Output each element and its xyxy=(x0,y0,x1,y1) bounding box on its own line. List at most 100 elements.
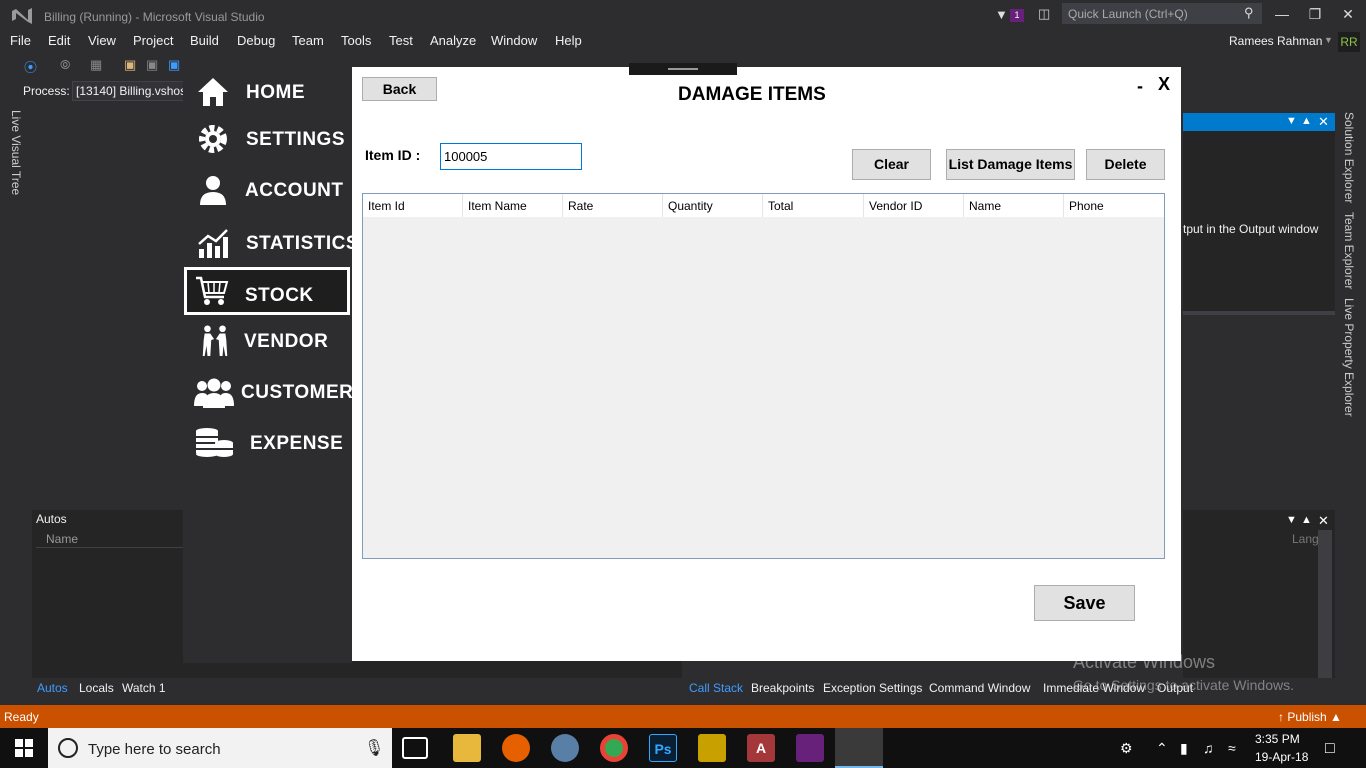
column-header-quantity[interactable]: Quantity xyxy=(663,194,763,217)
sidebar-item-statistics[interactable]: STATISTICS xyxy=(184,219,359,267)
column-header-item-name[interactable]: Item Name xyxy=(463,194,563,217)
live-property-explorer-tab[interactable]: Live Property Explorer xyxy=(1342,298,1356,417)
tab-locals[interactable]: Locals xyxy=(79,681,114,695)
column-header-name[interactable]: Name xyxy=(964,194,1064,217)
restore-window-icon[interactable]: ❐ xyxy=(1303,6,1327,23)
chevron-down-icon[interactable]: ▼ xyxy=(1324,35,1333,45)
menu-help[interactable]: Help xyxy=(555,33,582,48)
column-header-rate[interactable]: Rate xyxy=(563,194,663,217)
back-button[interactable]: Back xyxy=(362,77,437,101)
chrome-icon[interactable] xyxy=(600,734,628,762)
column-header-total[interactable]: Total xyxy=(763,194,864,217)
sidebar-item-account[interactable]: ACCOUNT xyxy=(184,166,350,214)
save-icon[interactable]: ▣ xyxy=(146,57,158,73)
sidebar-item-vendor[interactable]: VENDOR xyxy=(184,317,350,365)
tab-breakpoints[interactable]: Breakpoints xyxy=(751,681,814,695)
people-icon[interactable]: ⚙ xyxy=(1120,740,1133,757)
autos-column-name[interactable]: Name xyxy=(46,532,78,546)
menu-view[interactable]: View xyxy=(88,33,116,48)
column-header-vendor-id[interactable]: Vendor ID xyxy=(864,194,964,217)
save-all-icon[interactable]: ▣ xyxy=(168,57,180,73)
volume-icon[interactable]: ♫ xyxy=(1203,740,1214,756)
photoshop-icon[interactable]: Ps xyxy=(649,734,677,762)
sidebar-item-settings[interactable]: SETTINGS xyxy=(184,115,350,163)
avatar[interactable]: RR xyxy=(1338,32,1360,52)
new-project-icon[interactable]: ▦ xyxy=(90,57,102,73)
save-button[interactable]: Save xyxy=(1034,585,1135,621)
dock-dropdown-icon[interactable]: ▼ xyxy=(1286,514,1297,526)
menu-project[interactable]: Project xyxy=(133,33,173,48)
menu-tools[interactable]: Tools xyxy=(341,33,371,48)
open-file-icon[interactable]: ▣ xyxy=(124,57,136,73)
language-column[interactable]: Lang xyxy=(1292,532,1319,546)
feedback-icon[interactable]: ◫ xyxy=(1038,6,1050,22)
close-button[interactable]: X xyxy=(1158,74,1170,95)
pin-icon[interactable]: ▲ xyxy=(1301,115,1312,127)
sidebar-item-label: CUSTOMER xyxy=(241,382,354,403)
notification-count-badge: 1 xyxy=(1010,9,1024,22)
notification-center-icon[interactable]: □ xyxy=(1325,740,1335,758)
sidebar-item-customer[interactable]: CUSTOMER xyxy=(184,368,354,416)
battery-icon[interactable]: ▮ xyxy=(1180,740,1188,757)
navigate-back-icon[interactable]: ⦿ xyxy=(24,57,37,76)
search-icon[interactable]: ⚲ xyxy=(1244,5,1254,21)
menu-analyze[interactable]: Analyze xyxy=(430,33,476,48)
column-header-item-id[interactable]: Item Id xyxy=(363,194,463,217)
tab-autos[interactable]: Autos xyxy=(37,681,68,695)
dock-dropdown-icon[interactable]: ▼ xyxy=(1286,115,1297,127)
sidebar-item-expense[interactable]: EXPENSE xyxy=(184,419,350,467)
process-dropdown[interactable]: [13140] Billing.vshost.exe xyxy=(72,81,184,101)
item-id-input[interactable] xyxy=(440,143,582,170)
sidebar-item-stock[interactable]: STOCK xyxy=(184,267,350,315)
notifications-flag-icon[interactable]: ▼ xyxy=(995,7,1008,22)
chevron-up-icon[interactable]: ⌃ xyxy=(1156,740,1168,757)
live-visual-tree-tab[interactable]: Live Visual Tree xyxy=(9,110,23,195)
publish-button[interactable]: ↑ Publish ▲ xyxy=(1278,710,1342,724)
solution-explorer-tab[interactable]: Solution Explorer xyxy=(1342,112,1356,203)
firefox-icon[interactable] xyxy=(502,734,530,762)
close-window-icon[interactable]: ✕ xyxy=(1336,6,1360,23)
pin-icon[interactable]: ▲ xyxy=(1301,514,1312,526)
close-icon[interactable]: ✕ xyxy=(1318,513,1329,529)
clear-button[interactable]: Clear xyxy=(852,149,931,180)
team-explorer-tab[interactable]: Team Explorer xyxy=(1342,212,1356,289)
menu-file[interactable]: File xyxy=(10,33,31,48)
menu-test[interactable]: Test xyxy=(389,33,413,48)
minimize-window-icon[interactable]: — xyxy=(1270,6,1294,22)
tab-watch-1[interactable]: Watch 1 xyxy=(122,681,166,695)
menu-debug[interactable]: Debug xyxy=(237,33,275,48)
sidebar-item-label: VENDOR xyxy=(244,331,329,352)
tab-command-window[interactable]: Command Window xyxy=(929,681,1030,695)
delete-button[interactable]: Delete xyxy=(1086,149,1165,180)
wifi-icon[interactable]: ≈ xyxy=(1228,740,1236,756)
visual-studio-taskbar-icon[interactable] xyxy=(796,734,824,762)
minimize-button[interactable]: - xyxy=(1137,76,1143,97)
clock-date[interactable]: 19-Apr-18 xyxy=(1255,750,1308,764)
damage-items-grid[interactable] xyxy=(362,193,1165,559)
paint-icon[interactable] xyxy=(551,734,579,762)
menu-team[interactable]: Team xyxy=(292,33,324,48)
window-title: Billing (Running) - Microsoft Visual Stu… xyxy=(44,10,265,24)
billing-app-taskbar-icon[interactable] xyxy=(835,728,883,768)
task-view-icon[interactable] xyxy=(402,737,428,759)
list-damage-items-button[interactable]: List Damage Items xyxy=(946,149,1075,180)
sidebar-item-home[interactable]: HOME xyxy=(184,68,350,116)
tab-exception-settings[interactable]: Exception Settings xyxy=(823,681,922,695)
close-icon[interactable]: ✕ xyxy=(1318,114,1329,130)
windows-start-icon[interactable] xyxy=(14,738,34,758)
menu-window[interactable]: Window xyxy=(491,33,537,48)
app-icon[interactable] xyxy=(698,734,726,762)
menu-build[interactable]: Build xyxy=(190,33,219,48)
microphone-icon[interactable]: 🎙 xyxy=(364,738,384,758)
navigate-forward-icon[interactable]: ⦾ xyxy=(60,57,70,73)
panel-divider[interactable] xyxy=(1183,311,1335,315)
column-header-phone[interactable]: Phone xyxy=(1064,194,1164,217)
tab-call-stack[interactable]: Call Stack xyxy=(689,681,743,695)
quick-launch-input[interactable]: Quick Launch (Ctrl+Q) xyxy=(1062,3,1262,24)
vertical-scrollbar[interactable] xyxy=(1318,530,1332,678)
file-explorer-icon[interactable] xyxy=(453,734,481,762)
user-name[interactable]: Ramees Rahman xyxy=(1229,34,1322,48)
menu-edit[interactable]: Edit xyxy=(48,33,70,48)
access-icon[interactable]: A xyxy=(747,734,775,762)
clock-time[interactable]: 3:35 PM xyxy=(1255,732,1300,746)
